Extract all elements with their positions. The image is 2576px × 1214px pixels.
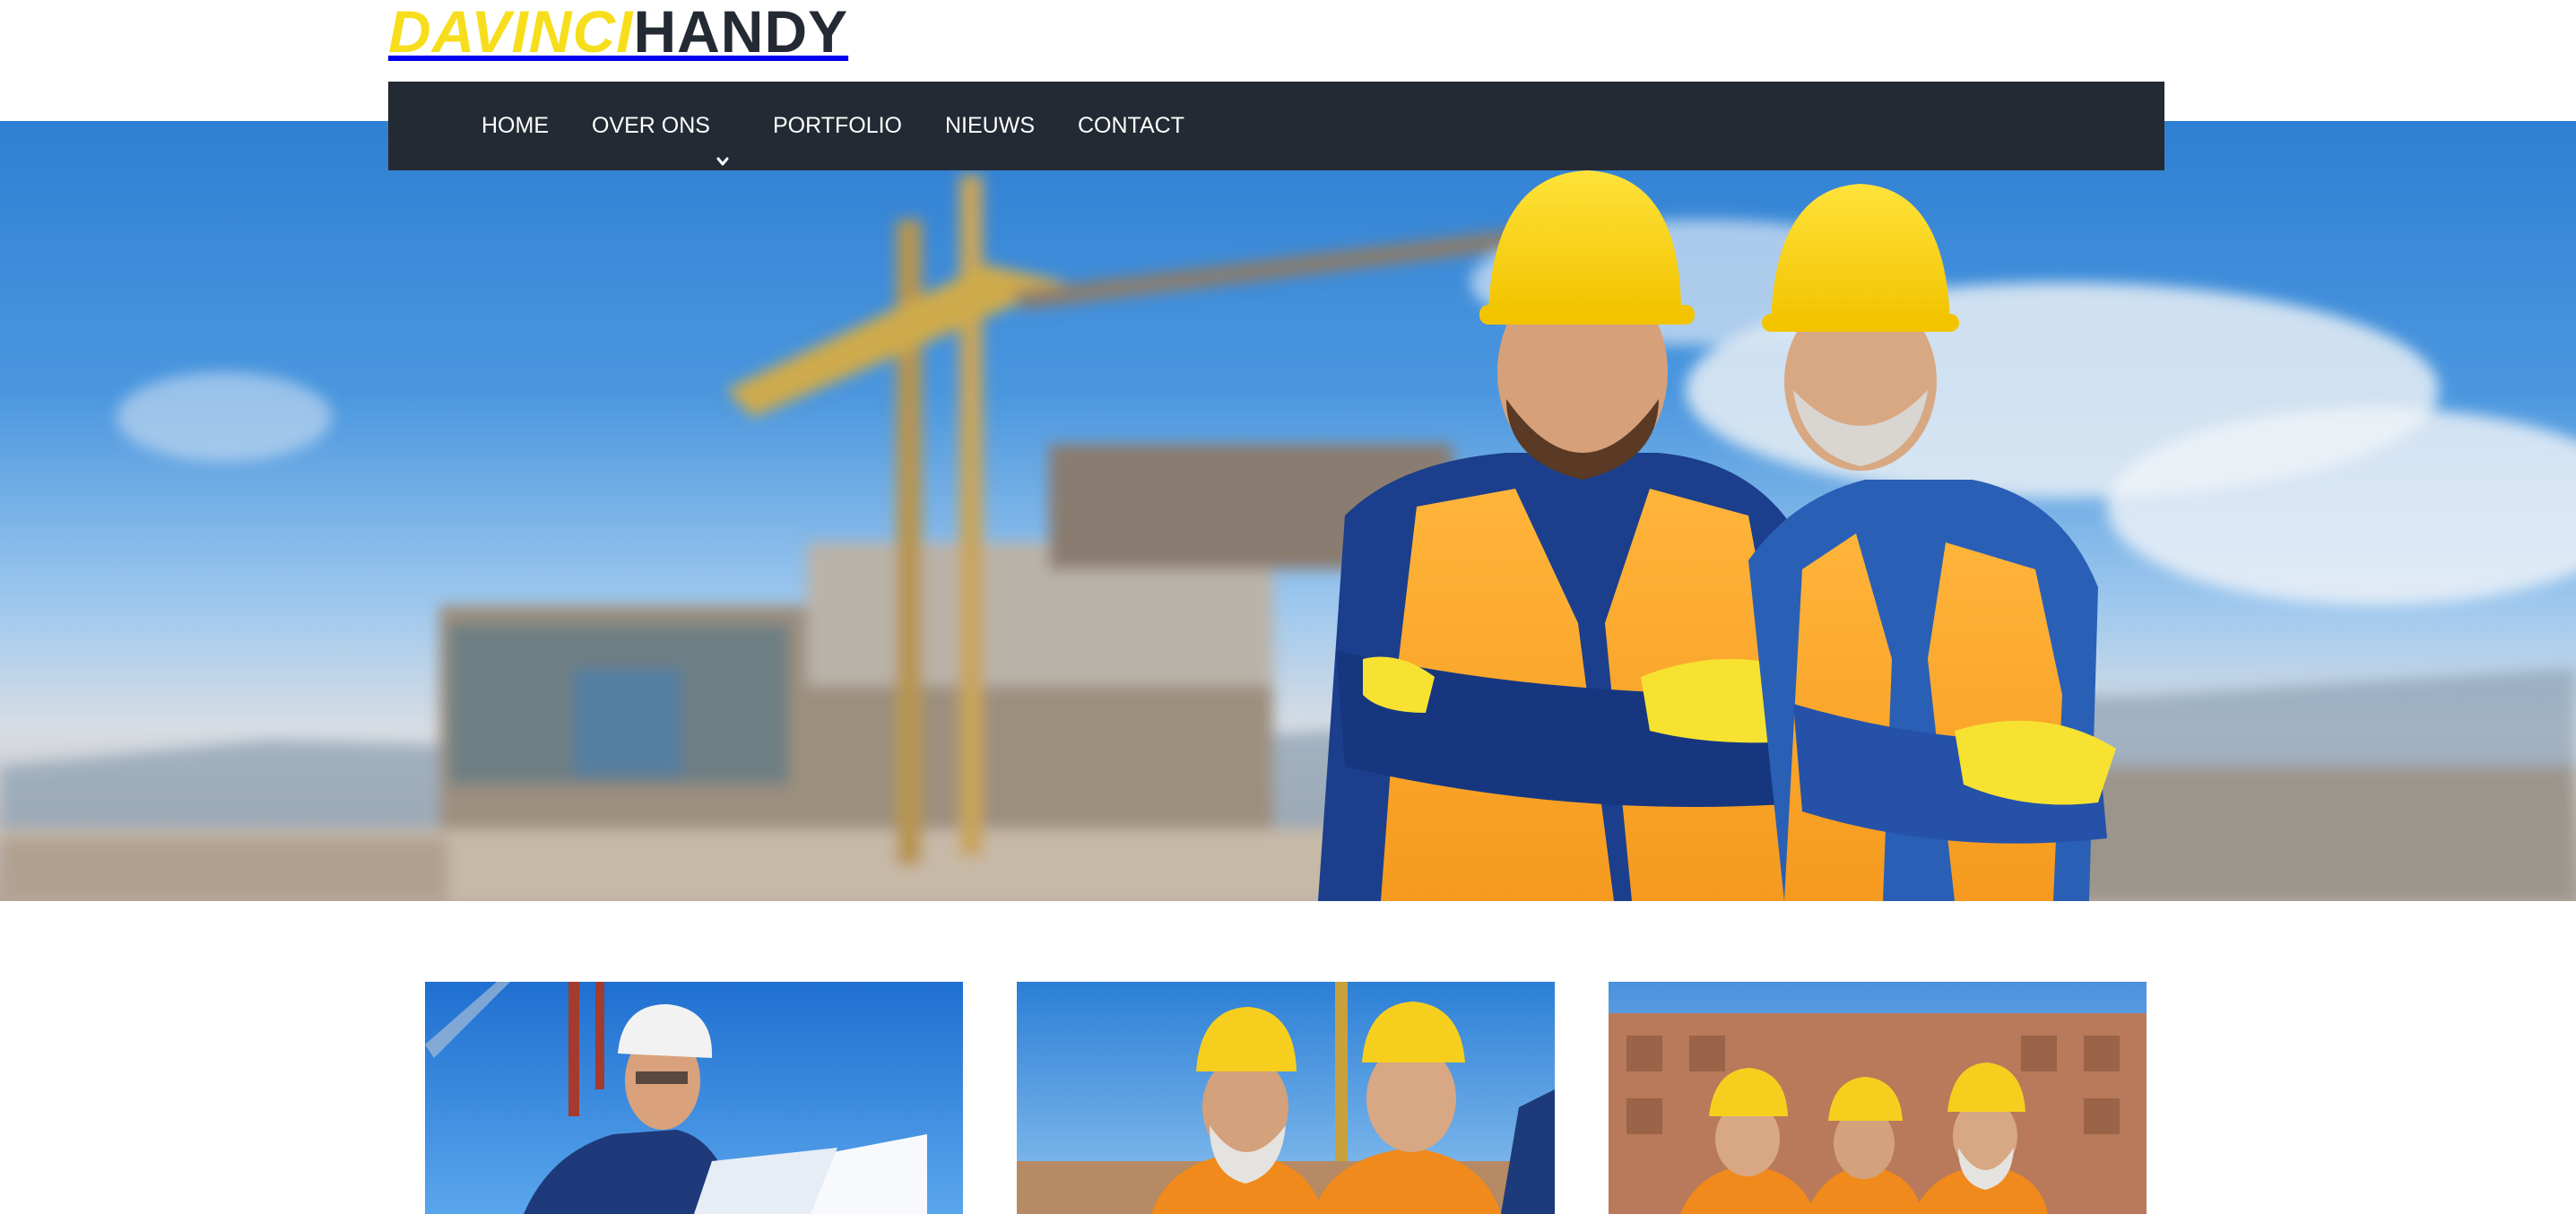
three-workers-photo [1609,982,2147,1214]
nav-item-label: NIEUWS [945,113,1035,138]
hero-illustration [0,170,2576,901]
nav-item-home[interactable]: HOME [481,82,549,170]
nav-list: HOME OVER ONS PORTFOLIO NIEUWS CONTACT [481,82,1227,170]
logo-part-handy: HANDY [633,0,849,65]
nav-item-portfolio[interactable]: PORTFOLIO [773,82,902,170]
service-card-image-3[interactable] [1609,982,2147,1214]
nav-item-label: HOME [481,113,549,138]
two-workers-photo [1017,982,1555,1214]
engineer-photo [425,982,963,1214]
nav-item-nieuws[interactable]: NIEUWS [945,82,1035,170]
nav-item-label: OVER ONS [592,113,710,138]
main-navigation: HOME OVER ONS PORTFOLIO NIEUWS CONTACT [388,82,2164,170]
hero-banner-image [0,121,2576,901]
site-logo[interactable]: DAVINCIHANDY [388,2,848,61]
nav-item-label: PORTFOLIO [772,113,902,138]
page: DAVINCIHANDY HOME OVER ONS PORTFOLIO NIE… [0,0,2576,1214]
service-card-image-2[interactable] [1017,982,1555,1214]
nav-item-contact[interactable]: CONTACT [1078,82,1184,170]
chevron-down-icon [716,117,730,165]
service-card-image-1[interactable] [425,982,963,1214]
nav-item-label: CONTACT [1078,113,1184,138]
logo-part-davinci: DAVINCI [388,0,634,65]
nav-item-over-ons[interactable]: OVER ONS [592,82,730,170]
